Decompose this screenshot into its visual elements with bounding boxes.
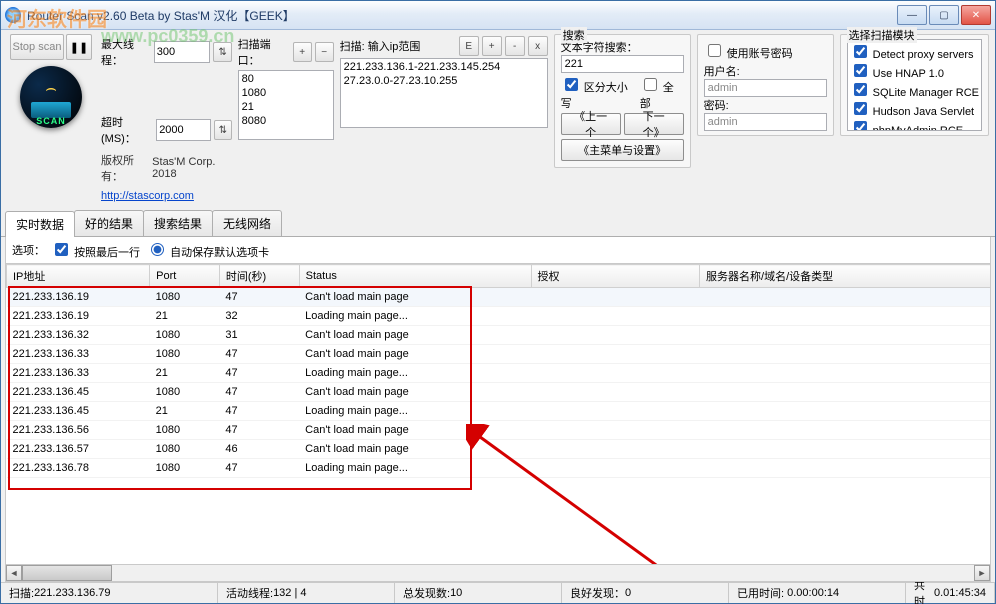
modules-list[interactable]: Detect proxy servers Use HNAP 1.0 SQLite…: [847, 39, 982, 131]
stop-scan-button[interactable]: Stop scan: [10, 34, 64, 60]
table-row[interactable]: 221.233.136.45108047Can't load main page: [7, 383, 992, 402]
port-item[interactable]: 1080: [242, 86, 330, 100]
range-remove-button[interactable]: -: [505, 36, 525, 56]
status-threads: 132 | 4: [273, 587, 306, 599]
max-threads-input[interactable]: 300: [154, 41, 211, 63]
tabs: 实时数据 好的结果 搜索结果 无线网络: [1, 210, 995, 237]
table-row[interactable]: 221.233.136.57108046Can't load main page: [7, 440, 992, 459]
scan-logo: ⌢ SCAN: [7, 62, 95, 132]
scroll-right-icon[interactable]: ►: [974, 565, 990, 581]
port-remove-button[interactable]: −: [315, 42, 334, 62]
minimize-button[interactable]: —: [897, 5, 927, 25]
range-item[interactable]: 221.233.136.1-221.233.145.254: [344, 60, 544, 74]
use-auth-checkbox[interactable]: 使用账号密码: [704, 41, 793, 61]
range-item[interactable]: 27.23.0.0-27.23.10.255: [344, 74, 544, 88]
tab-wireless[interactable]: 无线网络: [212, 210, 282, 236]
table-row[interactable]: 221.233.136.19108047Can't load main page: [7, 288, 992, 307]
prev-button[interactable]: 《上一个: [561, 113, 621, 135]
threads-step-icon[interactable]: ⇅: [213, 42, 231, 62]
results-grid[interactable]: IP地址 Port 时间(秒) Status 授权 服务器名称/域名/设备类型 …: [5, 264, 991, 565]
h-scrollbar[interactable]: ◄ ►: [5, 565, 991, 582]
tab-realtime[interactable]: 实时数据: [5, 211, 75, 237]
search-input[interactable]: [561, 55, 684, 73]
col-server[interactable]: 服务器名称/域名/设备类型: [700, 265, 991, 288]
close-button[interactable]: ✕: [961, 5, 991, 25]
timeout-step-icon[interactable]: ⇅: [214, 120, 232, 140]
range-add-button[interactable]: +: [482, 36, 502, 56]
status-total: 10: [450, 587, 462, 599]
autosave-checkbox[interactable]: 自动保存默认选项卡: [146, 240, 269, 260]
module-item[interactable]: phpMyAdmin RCE: [850, 118, 979, 131]
status-scan-ip: 221.233.136.79: [34, 587, 110, 599]
module-item[interactable]: Detect proxy servers: [850, 42, 979, 61]
port-item[interactable]: 8080: [242, 114, 330, 128]
range-edit-button[interactable]: E: [459, 36, 479, 56]
pass-input[interactable]: [704, 113, 827, 131]
table-row[interactable]: 221.233.136.56108047Can't load main page: [7, 421, 992, 440]
case-checkbox[interactable]: 区分大小写: [561, 75, 637, 111]
copyright-value: Stas'M Corp. 2018: [152, 156, 231, 180]
col-time[interactable]: 时间(秒): [219, 265, 299, 288]
search-group: 搜索 文本字符搜索： 区分大小写 全部 《上一个 下一个》 《主菜单与设置》: [554, 34, 691, 168]
ports-list[interactable]: 801080218080: [238, 70, 334, 140]
port-add-button[interactable]: +: [293, 42, 312, 62]
user-label: 用户名:: [704, 63, 827, 79]
all-checkbox[interactable]: 全部: [640, 75, 684, 111]
port-item[interactable]: 21: [242, 100, 330, 114]
statusbar: 扫描:221.233.136.79 活动线程:132 | 4 总发现数:10 良…: [1, 582, 995, 603]
ranges-label: 扫描: 输入ip范围: [340, 38, 421, 54]
copyright-label: 版权所有：: [101, 152, 149, 184]
table-row[interactable]: 221.233.136.332147Loading main page...: [7, 364, 992, 383]
timeout-label: 超时 (MS)：: [101, 114, 153, 146]
tab-search[interactable]: 搜索结果: [143, 210, 213, 236]
pass-label: 密码:: [704, 97, 827, 113]
next-button[interactable]: 下一个》: [624, 113, 684, 135]
follow-last-checkbox[interactable]: 按照最后一行: [51, 240, 140, 260]
scroll-left-icon[interactable]: ◄: [6, 565, 22, 581]
table-row[interactable]: 221.233.136.452147Loading main page...: [7, 402, 992, 421]
col-ip[interactable]: IP地址: [7, 265, 150, 288]
status-good: 0: [625, 587, 631, 599]
port-item[interactable]: 80: [242, 72, 330, 86]
modules-group: 选择扫描模块 Detect proxy servers Use HNAP 1.0…: [840, 34, 989, 136]
site-link[interactable]: http://stascorp.com: [101, 190, 194, 202]
tab-good[interactable]: 好的结果: [74, 210, 144, 236]
options-label: 选项：: [12, 242, 45, 258]
maximize-button[interactable]: ▢: [929, 5, 959, 25]
table-row[interactable]: 221.233.136.78108047Loading main page...: [7, 459, 992, 478]
window-title: Router Scan v2.60 Beta by Stas'M 汉化【GEEK…: [27, 7, 295, 24]
max-threads-label: 最大线程：: [101, 36, 151, 68]
table-row[interactable]: 221.233.136.33108047Can't load main page: [7, 345, 992, 364]
range-clear-button[interactable]: x: [528, 36, 548, 56]
module-item[interactable]: Use HNAP 1.0: [850, 61, 979, 80]
titlebar: Router Scan v2.60 Beta by Stas'M 汉化【GEEK…: [1, 1, 995, 30]
ports-label: 扫描端口：: [238, 36, 290, 68]
status-elapsed: 0.00:00:14: [787, 587, 839, 599]
timeout-input[interactable]: 2000: [156, 119, 211, 141]
main-menu-button[interactable]: 《主菜单与设置》: [561, 139, 684, 161]
pause-button[interactable]: ❚❚: [66, 34, 92, 60]
status-total-time: 0.01:45:34: [934, 587, 986, 599]
user-input[interactable]: [704, 79, 827, 97]
app-icon: [5, 7, 21, 23]
module-item[interactable]: Hudson Java Servlet: [850, 99, 979, 118]
scroll-thumb[interactable]: [22, 565, 112, 581]
ranges-list[interactable]: 221.233.136.1-221.233.145.25427.23.0.0-2…: [340, 58, 548, 128]
table-row[interactable]: 221.233.136.192132Loading main page...: [7, 307, 992, 326]
wifi-icon: ⌢: [45, 78, 57, 99]
table-row[interactable]: 221.233.136.32108031Can't load main page: [7, 326, 992, 345]
col-auth[interactable]: 授权: [531, 265, 700, 288]
col-status[interactable]: Status: [299, 265, 531, 288]
module-item[interactable]: SQLite Manager RCE: [850, 80, 979, 99]
col-port[interactable]: Port: [150, 265, 220, 288]
auth-group: 使用账号密码 用户名: 密码:: [697, 34, 834, 136]
